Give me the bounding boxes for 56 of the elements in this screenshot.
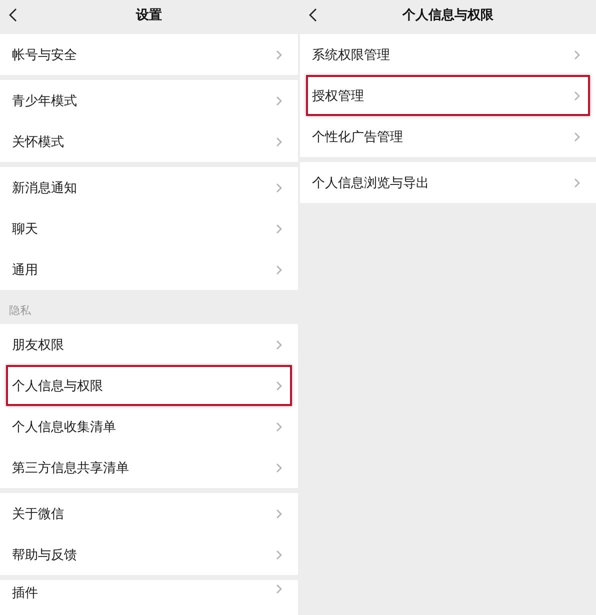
settings-item[interactable]: 插件 (0, 580, 298, 615)
settings-item[interactable]: 个人信息收集清单 (0, 406, 298, 447)
chevron-icon (574, 50, 580, 60)
chevron-icon (574, 90, 580, 100)
chevron-icon (276, 422, 282, 432)
back-icon (8, 8, 17, 22)
chevron-icon (574, 178, 580, 188)
settings-item[interactable]: 关于微信 (0, 493, 298, 534)
settings-item[interactable]: 青少年模式 (0, 80, 298, 121)
chevron-icon (276, 96, 282, 106)
chevron-icon (276, 380, 282, 390)
settings-item[interactable]: 第三方信息共享清单 (0, 447, 298, 488)
item-label: 插件 (12, 585, 38, 602)
item-label: 朋友权限 (12, 336, 64, 354)
screen-title: 设置 (136, 6, 162, 24)
item-label: 帐号与安全 (12, 46, 77, 64)
item-label: 第三方信息共享清单 (12, 460, 129, 476)
item-label: 授权管理 (312, 88, 364, 104)
item-label: 通用 (12, 262, 38, 278)
chevron-icon (276, 550, 282, 560)
chevron-icon (276, 508, 282, 518)
item-label: 个性化广告管理 (312, 128, 403, 146)
settings-item[interactable]: 聊天 (0, 208, 298, 249)
screen-title: 个人信息与权限 (402, 6, 494, 24)
settings-item[interactable]: 帮助与反馈 (0, 534, 298, 575)
chevron-icon (276, 50, 282, 60)
settings-item[interactable]: 关怀模式 (0, 121, 298, 162)
item-label: 聊天 (12, 220, 38, 238)
chevron-icon (276, 584, 282, 594)
item-label: 关于微信 (12, 506, 64, 522)
settings-item[interactable]: 系统权限管理 (300, 34, 596, 75)
item-label: 青少年模式 (12, 92, 77, 110)
settings-item[interactable]: 个人信息浏览与导出 (300, 162, 596, 203)
chevron-icon (276, 136, 282, 146)
settings-item[interactable]: 朋友权限 (0, 324, 298, 365)
back-icon (308, 8, 317, 22)
item-label: 个人信息收集清单 (12, 418, 116, 436)
chevron-icon (276, 462, 282, 472)
chevron-icon (276, 182, 282, 192)
item-label: 关怀模式 (12, 134, 64, 150)
chevron-icon (276, 224, 282, 234)
item-label: 个人信息与权限 (12, 378, 103, 394)
chevron-icon (574, 132, 580, 142)
section-label: 隐私 (8, 303, 32, 319)
settings-item[interactable]: 通用 (0, 249, 298, 290)
chevron-icon (276, 264, 282, 274)
item-label: 系统权限管理 (312, 46, 390, 64)
settings-item[interactable]: 个人信息与权限 (6, 365, 292, 406)
settings-item[interactable]: 授权管理 (306, 75, 590, 116)
settings-item[interactable]: 个性化广告管理 (300, 116, 596, 157)
item-label: 个人信息浏览与导出 (312, 174, 429, 192)
item-label: 帮助与反馈 (12, 546, 77, 564)
item-label: 新消息通知 (12, 180, 77, 196)
settings-item[interactable]: 新消息通知 (0, 167, 298, 208)
chevron-icon (276, 340, 282, 350)
settings-item[interactable]: 帐号与安全 (0, 34, 298, 75)
